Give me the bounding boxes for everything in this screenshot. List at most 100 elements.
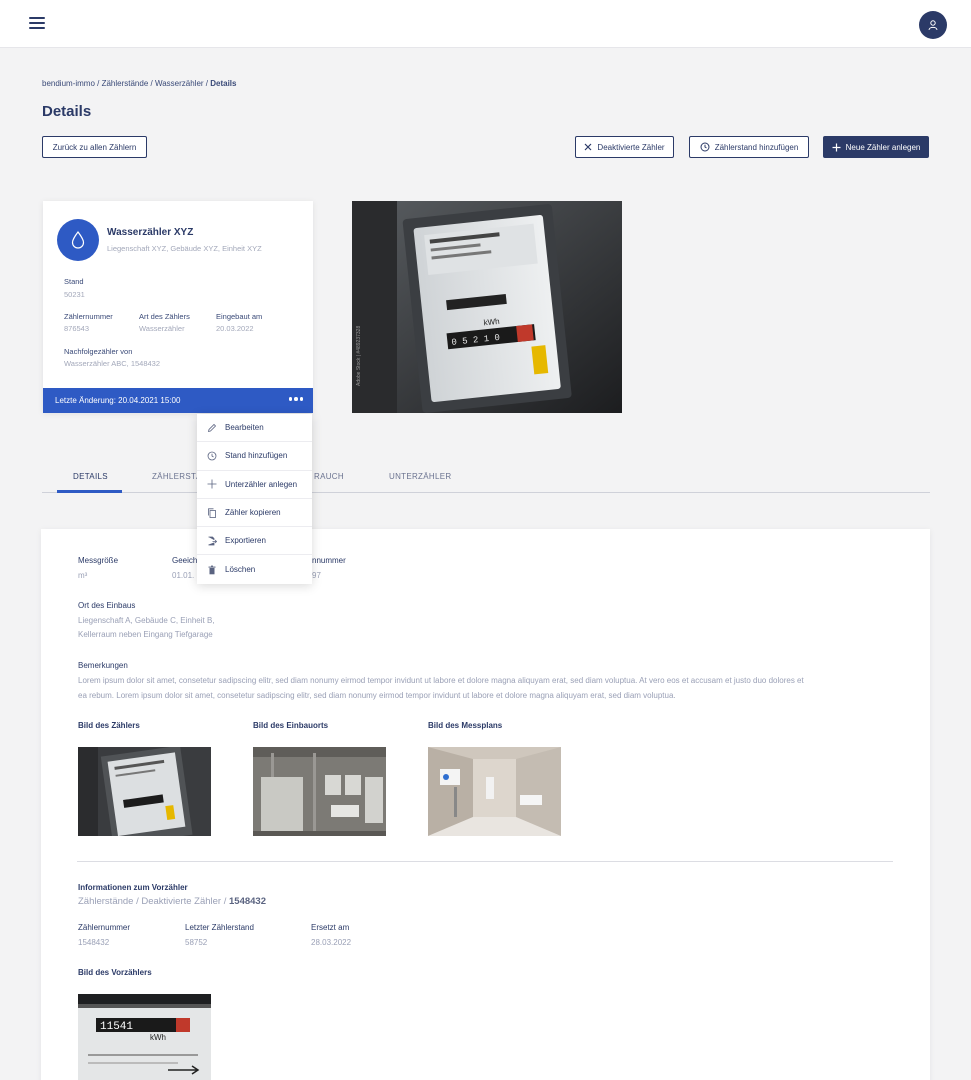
unit-text: kWh [483, 317, 500, 328]
tab-consumption[interactable]: RAUCH [314, 472, 344, 481]
meter-image[interactable] [78, 747, 211, 836]
field-value: Wasserzähler [139, 324, 185, 333]
meter-icon-badge [57, 219, 99, 261]
meter-image-heading: Bild des Zählers [78, 721, 140, 730]
menu-item-label: Unterzähler anlegen [225, 479, 298, 489]
user-avatar[interactable] [919, 11, 947, 39]
previous-meter-heading: Informationen zum Vorzähler [78, 883, 188, 892]
nummer-label: nnummer [312, 556, 346, 565]
ort-line-2: Kellerraum neben Eingang Tiefgarage [78, 630, 213, 639]
field-label: Zählernummer [64, 312, 113, 321]
water-drop-icon [71, 231, 85, 249]
installation-image-heading: Bild des Einbauorts [253, 721, 329, 730]
photo-watermark: Adobe Stock | #489237328 [356, 326, 362, 386]
prev-field-label: Ersetzt am [311, 923, 350, 932]
nummer-value: 97 [312, 571, 321, 580]
edit-icon [207, 423, 217, 432]
prev-field-label: Letzter Zählerstand [185, 923, 254, 932]
menu-item-add-reading[interactable]: Stand hinzufügen [197, 442, 312, 471]
plus-icon [207, 479, 217, 489]
top-bar [0, 0, 971, 48]
menu-item-export[interactable]: Exportieren [197, 527, 312, 556]
successor-value: Wasserzähler ABC, 1548432 [64, 359, 161, 368]
previous-meter-path: Zählerstände / Deaktivierte Zähler / 154… [78, 896, 266, 907]
previous-meter-digits: 11541 [100, 1021, 133, 1033]
ort-label: Ort des Einbaus [78, 601, 136, 610]
export-icon [208, 536, 217, 546]
previous-meter-image[interactable]: 11541 kWh [78, 994, 211, 1080]
back-button[interactable]: Zurück zu allen Zählern [42, 136, 147, 158]
options-menu: Bearbeiten Stand hinzufügen Unterzähler … [197, 414, 312, 584]
menu-item-label: Löschen [225, 565, 256, 575]
messgroesse-value: m³ [78, 571, 88, 580]
bemerkungen-label: Bemerkungen [78, 661, 128, 670]
last-change: Letzte Änderung: 20.04.2021 15:00 [55, 396, 181, 405]
prev-field-value: 1548432 [78, 938, 110, 947]
meter-card: Wasserzähler XYZ Liegenschaft XYZ, Gebäu… [43, 201, 313, 413]
previous-path-current: 1548432 [229, 896, 266, 907]
page-title: Details [42, 103, 92, 120]
breadcrumb-item[interactable]: bendium-immo [42, 79, 95, 88]
field-label: Eingebaut am [216, 312, 263, 321]
close-icon [584, 143, 592, 151]
more-options-icon[interactable] [288, 397, 303, 401]
prev-field-value: 28.03.2022 [311, 938, 352, 947]
add-reading-button[interactable]: Zählerstand hinzufügen [689, 136, 809, 158]
stand-value: 50231 [64, 290, 85, 299]
user-icon [928, 20, 938, 31]
menu-item-delete[interactable]: Löschen [197, 555, 312, 583]
menu-item-label: Zähler kopieren [225, 508, 281, 518]
hamburger-icon[interactable] [29, 17, 45, 31]
history-icon [700, 142, 710, 152]
successor-label: Nachfolgezähler von [64, 347, 133, 356]
new-meter-label: Neue Zähler anlegen [845, 142, 921, 152]
field-label: Art des Zählers [139, 312, 190, 321]
menu-item-copy[interactable]: Zähler kopieren [197, 499, 312, 528]
meter-title: Wasserzähler XYZ [107, 227, 194, 238]
menu-item-add-submeter[interactable]: Unterzähler anlegen [197, 471, 312, 499]
tab-readings[interactable]: ZÄHLERSTÄ [152, 472, 202, 481]
plan-image[interactable] [428, 747, 561, 836]
previous-meter-unit: kWh [150, 1033, 166, 1042]
deactivated-meters-label: Deaktivierte Zähler [597, 142, 665, 152]
menu-item-edit[interactable]: Bearbeiten [197, 414, 312, 443]
prev-field-label: Zählernummer [78, 923, 131, 932]
new-meter-button[interactable]: Neue Zähler anlegen [823, 136, 929, 158]
previous-meter-image-heading: Bild des Vorzählers [78, 968, 152, 977]
menu-item-label: Bearbeiten [225, 423, 264, 433]
active-tab-indicator [57, 490, 122, 493]
add-reading-label: Zählerstand hinzufügen [714, 142, 799, 152]
tab-submeters[interactable]: UNTERZÄHLER [389, 472, 451, 481]
deactivated-meters-button[interactable]: Deaktivierte Zähler [575, 136, 674, 158]
breadcrumb-item[interactable]: Wasserzähler [155, 79, 204, 88]
breadcrumb: bendium-immo / Zählerstände / Wasserzähl… [42, 79, 236, 88]
history-icon [207, 451, 217, 461]
menu-item-label: Stand hinzufügen [225, 451, 288, 461]
trash-icon [208, 565, 216, 574]
card-footer: Letzte Änderung: 20.04.2021 15:00 [43, 388, 313, 413]
section-divider [77, 861, 893, 862]
breadcrumb-separator: / [94, 79, 102, 88]
plus-icon [832, 143, 841, 151]
meter-photo: kWh 0 5 2 1 0 Adobe Stock | #489237328 [352, 201, 622, 413]
field-value: 20.03.2022 [216, 324, 254, 333]
field-value: 876543 [64, 324, 90, 333]
breadcrumb-item[interactable]: Zählerstände [102, 79, 149, 88]
previous-path-text[interactable]: Zählerstände / Deaktivierte Zähler / [78, 896, 229, 907]
bemerkungen-line-1: Lorem ipsum dolor sit amet, consetetur s… [78, 676, 804, 685]
stand-label: Stand [64, 277, 84, 286]
details-panel: Messgröße m³ Geeich 01.01. nnummer 97 Or… [41, 529, 930, 1080]
bemerkungen-line-2: ea rebum. Lorem ipsum dolor sit amet, co… [78, 691, 676, 700]
messgroesse-label: Messgröße [78, 556, 119, 565]
breadcrumb-current: Details [210, 79, 237, 88]
copy-icon [208, 507, 216, 518]
installation-image[interactable] [253, 747, 386, 836]
geeicht-value: 01.01. [172, 571, 195, 580]
tab-details[interactable]: DETAILS [73, 472, 108, 481]
breadcrumb-separator: / [148, 79, 155, 88]
prev-field-value: 58752 [185, 938, 208, 947]
tab-bar: DETAILS ZÄHLERSTÄ RAUCH UNTERZÄHLER [42, 462, 930, 493]
menu-item-label: Exportieren [225, 536, 266, 546]
ort-line-1: Liegenschaft A, Gebäude C, Einheit B, [78, 616, 215, 625]
back-button-label: Zurück zu allen Zählern [52, 142, 137, 152]
